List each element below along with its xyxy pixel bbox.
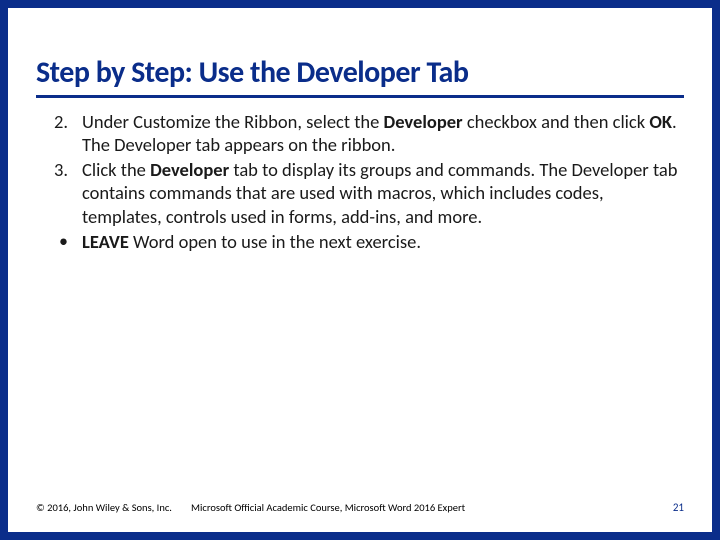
content-area: 2.Under Customize the Ribbon, select the…	[36, 110, 684, 501]
page-title: Step by Step: Use the Developer Tab	[36, 56, 684, 98]
slide-body: Step by Step: Use the Developer Tab 2.Un…	[8, 8, 712, 532]
bullet-marker: •	[36, 230, 82, 253]
step-list: 2.Under Customize the Ribbon, select the…	[36, 110, 684, 253]
footer-copyright: © 2016, John Wiley & Sons, Inc.	[36, 501, 191, 514]
item-text: LEAVE Word open to use in the next exerc…	[82, 230, 684, 253]
list-item: 2.Under Customize the Ribbon, select the…	[36, 110, 684, 156]
list-item: •LEAVE Word open to use in the next exer…	[36, 230, 684, 253]
number-marker: 3.	[36, 158, 82, 227]
footer-course: Microsoft Official Academic Course, Micr…	[191, 501, 673, 514]
item-text: Click the Developer tab to display its g…	[82, 158, 684, 227]
list-item: 3.Click the Developer tab to display its…	[36, 158, 684, 227]
footer-page-number: 21	[673, 501, 684, 514]
number-marker: 2.	[36, 110, 82, 156]
footer: © 2016, John Wiley & Sons, Inc. Microsof…	[36, 501, 684, 514]
item-text: Under Customize the Ribbon, select the D…	[82, 110, 684, 156]
